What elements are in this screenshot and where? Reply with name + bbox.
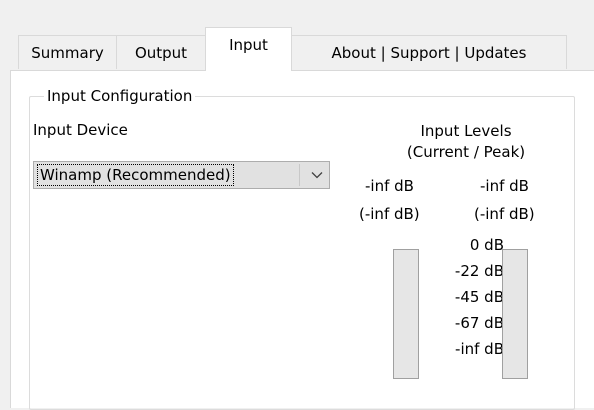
- tab-summary[interactable]: Summary: [18, 35, 117, 69]
- right-level-meter: [502, 249, 528, 379]
- left-level-meter: [393, 249, 419, 379]
- input-levels-title: Input Levels: [420, 122, 512, 140]
- tab-about-label: About | Support | Updates: [331, 43, 527, 62]
- tab-summary-label: Summary: [31, 43, 104, 62]
- scale-infdb: -inf dB: [455, 340, 504, 358]
- tab-input[interactable]: Input: [205, 27, 292, 71]
- tab-about-support-updates[interactable]: About | Support | Updates: [291, 35, 567, 69]
- tab-output-label: Output: [134, 43, 188, 62]
- scale-45db: -45 dB: [454, 288, 504, 306]
- right-peak-level: (-inf dB): [474, 205, 535, 223]
- input-levels-subtitle: (Current / Peak): [406, 143, 526, 161]
- group-title: Input Configuration: [44, 87, 196, 105]
- tab-input-label: Input: [229, 36, 268, 54]
- tab-output[interactable]: Output: [116, 35, 206, 69]
- right-current-level: -inf dB: [480, 177, 529, 195]
- input-device-selected: Winamp (Recommended): [37, 164, 234, 186]
- chevron-down-icon: [311, 172, 323, 179]
- left-peak-level: (-inf dB): [359, 205, 420, 223]
- combo-divider: [299, 164, 300, 186]
- input-device-label: Input Device: [33, 121, 128, 139]
- tab-strip: Summary Output Input About | Support | U…: [18, 27, 578, 71]
- scale-67db: -67 dB: [454, 314, 504, 332]
- input-device-select[interactable]: Winamp (Recommended): [33, 161, 330, 189]
- left-current-level: -inf dB: [365, 177, 414, 195]
- scale-22db: -22 dB: [454, 262, 504, 280]
- scale-0db: 0 dB: [469, 236, 504, 254]
